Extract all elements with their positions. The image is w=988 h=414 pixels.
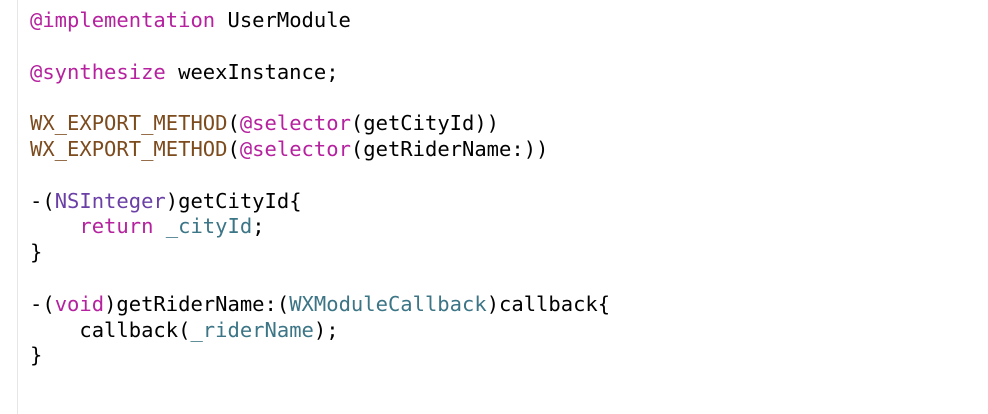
editor-gutter-divider [17, 0, 18, 414]
code-text: )getCityId{ [165, 188, 302, 213]
keyword-token: @selector [239, 136, 351, 161]
code-text: ( [227, 136, 240, 161]
code-line[interactable]: -(void)getRiderName:(WXModuleCallback)ca… [30, 292, 970, 318]
code-line[interactable]: } [30, 343, 970, 369]
code-text: )callback{ [486, 291, 611, 316]
identifier-token: WXModuleCallback [289, 291, 487, 316]
code-line[interactable]: WX_EXPORT_METHOD(@selector(getRiderName:… [30, 137, 970, 163]
code-text: (getRiderName:)) [350, 136, 549, 161]
code-line[interactable]: -(NSInteger)getCityId{ [30, 189, 970, 215]
code-line[interactable]: return _cityId; [30, 214, 970, 240]
code-text: -( [30, 188, 55, 213]
code-text: -( [30, 291, 55, 316]
code-line[interactable] [30, 85, 970, 111]
code-text: weexInstance; [165, 59, 339, 84]
code-text: ); [313, 317, 339, 342]
code-line[interactable]: @synthesize weexInstance; [30, 60, 970, 86]
keyword-token: @selector [239, 111, 351, 136]
macro-token: WX_EXPORT_METHOD [30, 136, 228, 161]
keyword-token: @implementation [30, 8, 216, 32]
code-text: ; [252, 214, 265, 239]
code-line[interactable]: callback(_riderName); [30, 318, 970, 344]
code-text: ( [227, 111, 240, 136]
code-line[interactable] [30, 266, 970, 292]
macro-token: WX_EXPORT_METHOD [30, 111, 228, 136]
identifier-token: _riderName [190, 317, 314, 342]
code-line[interactable]: @implementation UserModule [30, 8, 970, 34]
code-text: UserModule [215, 8, 351, 32]
code-line[interactable] [30, 163, 970, 189]
keyword-token: void [54, 291, 105, 316]
keyword-token: return [79, 214, 154, 239]
code-line[interactable]: } [30, 240, 970, 266]
identifier-token: _cityId [165, 214, 253, 239]
code-line[interactable]: WX_EXPORT_METHOD(@selector(getCityId)) [30, 111, 970, 137]
code-editor[interactable]: @implementation UserModule @synthesize w… [30, 8, 970, 408]
code-text: callback( [30, 317, 191, 342]
code-text: (getCityId)) [350, 111, 500, 136]
keyword-token: @synthesize [30, 59, 166, 84]
code-text: } [30, 343, 43, 368]
code-line[interactable] [30, 34, 970, 60]
type-token: NSInteger [54, 188, 166, 213]
code-text: } [30, 240, 43, 265]
code-text: )getRiderName:( [104, 291, 290, 316]
